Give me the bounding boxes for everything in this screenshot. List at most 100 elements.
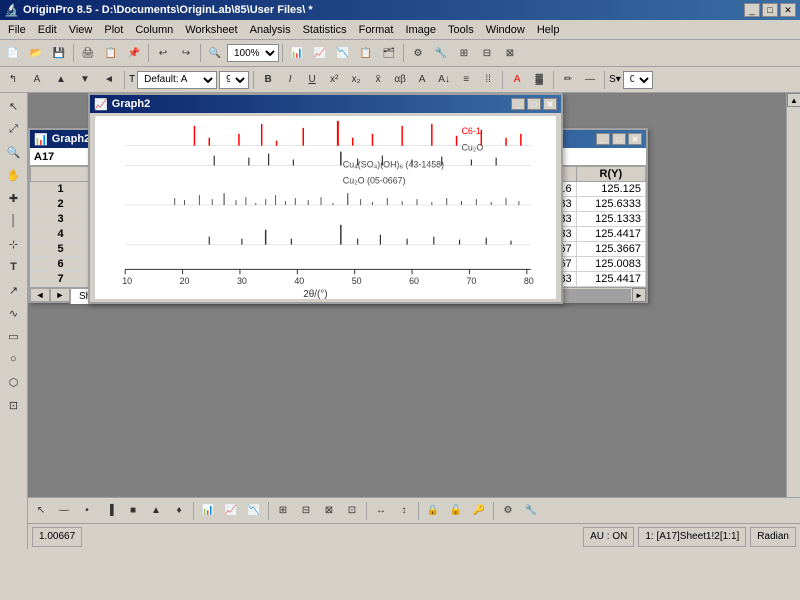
- graph-btn5[interactable]: 🗂: [378, 42, 400, 64]
- pointer-tool[interactable]: ↖: [3, 95, 25, 117]
- row-number[interactable]: 1: [31, 182, 91, 197]
- scroll-right-button[interactable]: ►: [50, 288, 70, 302]
- data-cell[interactable]: 125.4417: [576, 227, 645, 242]
- fontsize-select[interactable]: 9 8 10 12: [219, 71, 249, 89]
- curve-tool[interactable]: ∿: [3, 302, 25, 324]
- undo-button[interactable]: ↩: [152, 42, 174, 64]
- crosshair-tool[interactable]: ✚: [3, 187, 25, 209]
- format-btn2[interactable]: ▲: [50, 69, 72, 91]
- data-reader[interactable]: │: [3, 210, 25, 232]
- menu-image[interactable]: Image: [399, 23, 442, 37]
- ws-restore[interactable]: □: [612, 133, 626, 145]
- row-number[interactable]: 7: [31, 272, 91, 287]
- pen-button[interactable]: ✏: [558, 70, 578, 90]
- bottom-btn3[interactable]: •: [76, 500, 98, 522]
- menu-statistics[interactable]: Statistics: [297, 23, 353, 37]
- data-cell[interactable]: 125.6333: [576, 197, 645, 212]
- tool-btn1[interactable]: ⚙: [407, 42, 429, 64]
- save-button[interactable]: 💾: [48, 42, 70, 64]
- graph-window[interactable]: 📈 Graph2 _ □ ✕ C6-1 Cu₂O Cu₄(SO₄)(OH): [88, 93, 563, 304]
- scroll-track[interactable]: [787, 107, 800, 535]
- rect-tool[interactable]: ▭: [3, 325, 25, 347]
- graph-window-controls[interactable]: _ □ ✕: [511, 98, 557, 110]
- arrow-btn[interactable]: ↰: [2, 69, 24, 91]
- bottom-btn4[interactable]: ▐: [99, 500, 121, 522]
- graph-minimize[interactable]: _: [511, 98, 525, 110]
- menu-view[interactable]: View: [63, 23, 99, 37]
- zoom-select[interactable]: 100% 75% 50% 150%: [227, 44, 279, 62]
- region-tool[interactable]: ⊡: [3, 394, 25, 416]
- redo-button[interactable]: ↪: [175, 42, 197, 64]
- bottom-btn9[interactable]: 📈: [220, 500, 242, 522]
- ws-minimize[interactable]: _: [596, 133, 610, 145]
- menu-window[interactable]: Window: [480, 23, 531, 37]
- graph-btn4[interactable]: 📋: [355, 42, 377, 64]
- ws-window-controls[interactable]: _ □ ✕: [596, 133, 642, 145]
- strikethrough-button[interactable]: x̄: [368, 70, 388, 90]
- tool-btn4[interactable]: ⊟: [476, 42, 498, 64]
- tool-btn5[interactable]: ⊠: [499, 42, 521, 64]
- bottom-btn11[interactable]: ⊞: [272, 500, 294, 522]
- bottom-btn21[interactable]: 🔧: [520, 500, 542, 522]
- vertical-scrollbar[interactable]: ▲ ▼: [786, 93, 800, 549]
- magnify-tool[interactable]: 🔍: [3, 141, 25, 163]
- close-button[interactable]: ✕: [780, 3, 796, 17]
- ws-close[interactable]: ✕: [628, 133, 642, 145]
- graph-btn3[interactable]: 📉: [332, 42, 354, 64]
- zoom-in-button[interactable]: 🔍: [204, 42, 226, 64]
- minimize-button[interactable]: _: [744, 3, 760, 17]
- bottom-btn12[interactable]: ⊟: [295, 500, 317, 522]
- subscript-button[interactable]: x₂: [346, 70, 366, 90]
- bottom-btn10[interactable]: 📉: [243, 500, 265, 522]
- bottom-btn14[interactable]: ⊡: [341, 500, 363, 522]
- open-button[interactable]: 📂: [25, 42, 47, 64]
- window-controls[interactable]: _ □ ✕: [744, 3, 796, 17]
- menu-plot[interactable]: Plot: [98, 23, 129, 37]
- format-btn3[interactable]: ▼: [74, 69, 96, 91]
- italic-button[interactable]: I: [280, 70, 300, 90]
- size-select2[interactable]: 0.5: [623, 71, 653, 89]
- ellipse-tool[interactable]: ○: [3, 348, 25, 370]
- xrd-plot-area[interactable]: C6-1 Cu₂O Cu₄(SO₄)(OH)₆ (43-1458) Cu₂O (…: [94, 115, 557, 300]
- new-button[interactable]: 📄: [2, 42, 24, 64]
- row-number[interactable]: 4: [31, 227, 91, 242]
- menu-tools[interactable]: Tools: [442, 23, 480, 37]
- bold-button[interactable]: B: [258, 70, 278, 90]
- hscroll-right[interactable]: ►: [632, 288, 646, 302]
- format-btn4[interactable]: ◄: [98, 69, 120, 91]
- screen-reader[interactable]: ⊹: [3, 233, 25, 255]
- bottom-btn13[interactable]: ⊠: [318, 500, 340, 522]
- menu-format[interactable]: Format: [353, 23, 400, 37]
- bottom-btn6[interactable]: ▲: [145, 500, 167, 522]
- bottom-btn2[interactable]: —: [53, 500, 75, 522]
- menu-worksheet[interactable]: Worksheet: [179, 23, 243, 37]
- bottom-btn8[interactable]: 📊: [197, 500, 219, 522]
- polygon-tool[interactable]: ⬡: [3, 371, 25, 393]
- underline-button[interactable]: U: [302, 70, 322, 90]
- fill-button[interactable]: ▓: [529, 70, 549, 90]
- menu-analysis[interactable]: Analysis: [244, 23, 297, 37]
- menu-edit[interactable]: Edit: [32, 23, 63, 37]
- data-cell[interactable]: 125.1333: [576, 212, 645, 227]
- col-header-ry[interactable]: R(Y): [576, 167, 645, 182]
- scroll-left-button[interactable]: ◄: [30, 288, 50, 302]
- data-cell[interactable]: 125.3667: [576, 242, 645, 257]
- graph-btn1[interactable]: 📊: [286, 42, 308, 64]
- bottom-btn15[interactable]: ↔: [370, 500, 392, 522]
- bottom-btn5[interactable]: ■: [122, 500, 144, 522]
- graph-title-bar[interactable]: 📈 Graph2 _ □ ✕: [90, 95, 561, 113]
- row-number[interactable]: 2: [31, 197, 91, 212]
- color-button[interactable]: A: [507, 70, 527, 90]
- graph-btn2[interactable]: 📈: [309, 42, 331, 64]
- data-cell[interactable]: 125.0083: [576, 257, 645, 272]
- data-cell[interactable]: 125.125: [576, 182, 645, 197]
- scroll-up-button[interactable]: ▲: [787, 93, 800, 107]
- tool-btn2[interactable]: 🔧: [430, 42, 452, 64]
- align-button[interactable]: ≡: [456, 70, 476, 90]
- restore-button[interactable]: □: [762, 3, 778, 17]
- hand-tool[interactable]: ✋: [3, 164, 25, 186]
- zoom-tool[interactable]: ⤢: [3, 118, 25, 140]
- paste-button[interactable]: 📌: [123, 42, 145, 64]
- print-button[interactable]: 🖨: [77, 42, 99, 64]
- superscript-button[interactable]: x²: [324, 70, 344, 90]
